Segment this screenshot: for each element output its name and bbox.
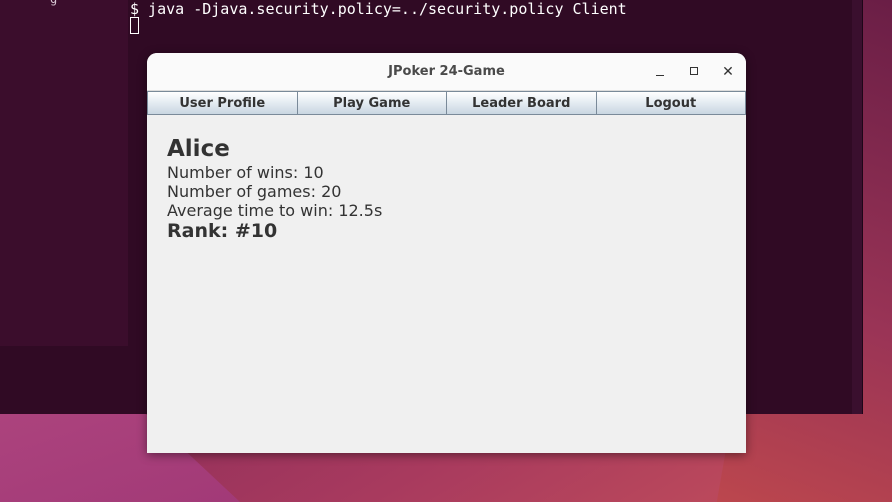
- main-tab-bar: User Profile Play Game Leader Board Logo…: [147, 91, 746, 115]
- minimize-button[interactable]: [649, 61, 671, 83]
- tab-leader-board[interactable]: Leader Board: [447, 91, 597, 115]
- tab-play-game[interactable]: Play Game: [297, 91, 447, 115]
- close-button[interactable]: ✕: [717, 61, 739, 83]
- window-titlebar[interactable]: JPoker 24-Game ✕: [147, 53, 746, 91]
- tab-logout[interactable]: Logout: [596, 91, 746, 115]
- terminal-partial-text: g: [50, 0, 57, 6]
- terminal-command-line: $ java -Djava.security.policy=../securit…: [130, 0, 627, 18]
- jpoker-app-window[interactable]: JPoker 24-Game ✕ User Profile Play Game …: [147, 53, 746, 453]
- close-icon: ✕: [722, 64, 734, 80]
- maximize-icon: [690, 67, 698, 75]
- terminal-cursor: [130, 17, 139, 34]
- games-count: Number of games: 20: [167, 182, 342, 201]
- wins-count: Number of wins: 10: [167, 163, 324, 182]
- user-rank: Rank: #10: [167, 220, 278, 242]
- average-win-time: Average time to win: 12.5s: [167, 201, 383, 220]
- user-profile-panel: Alice Number of wins: 10 Number of games…: [167, 135, 382, 243]
- minimize-icon: [656, 75, 664, 76]
- tab-user-profile[interactable]: User Profile: [147, 91, 298, 115]
- maximize-button[interactable]: [683, 61, 705, 83]
- terminal-scrollbar[interactable]: [852, 0, 862, 414]
- terminal-side-pane: [0, 0, 128, 346]
- user-name: Alice: [167, 136, 230, 162]
